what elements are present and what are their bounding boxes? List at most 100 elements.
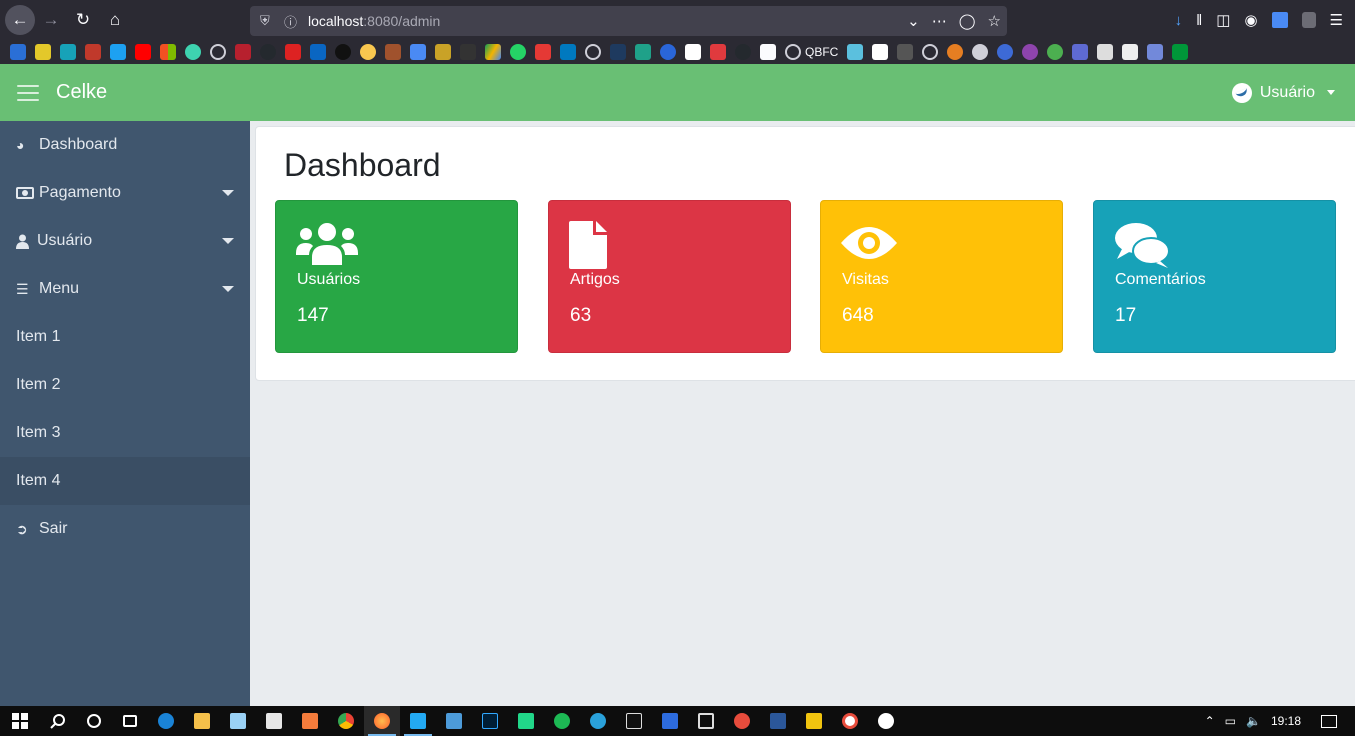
- firefox-icon[interactable]: [364, 706, 400, 736]
- bookmark-icon[interactable]: [235, 44, 251, 60]
- stat-card-comentarios[interactable]: Comentários 17: [1093, 200, 1336, 353]
- chevron-up-icon[interactable]: ⌃: [1205, 714, 1215, 728]
- terminal-icon[interactable]: [616, 706, 652, 736]
- translate-icon[interactable]: [410, 44, 426, 60]
- vscode-icon[interactable]: [400, 706, 436, 736]
- file-explorer-icon[interactable]: [184, 706, 220, 736]
- bookmark-icon[interactable]: [1122, 44, 1139, 60]
- bookmark-icon[interactable]: [710, 44, 726, 60]
- bookmark-icon[interactable]: [947, 44, 964, 60]
- translate-icon[interactable]: [1271, 12, 1288, 28]
- bookmark-icon[interactable]: [110, 44, 126, 60]
- bookmark-icon[interactable]: [1047, 44, 1064, 60]
- hamburger-menu-icon[interactable]: [17, 84, 39, 101]
- download-icon[interactable]: ↓: [1175, 12, 1183, 29]
- bookmark-icon[interactable]: [35, 44, 51, 60]
- git-icon[interactable]: [796, 706, 832, 736]
- youtube-icon[interactable]: [135, 44, 151, 60]
- sidebar-item-1[interactable]: Item 1: [0, 313, 250, 361]
- globe-icon[interactable]: [585, 44, 601, 60]
- trello-icon[interactable]: [560, 44, 576, 60]
- app-icon[interactable]: [292, 706, 328, 736]
- sidebar-item-4[interactable]: Item 4: [0, 457, 250, 505]
- calculator-icon[interactable]: [256, 706, 292, 736]
- bookmark-icon[interactable]: [610, 44, 626, 60]
- bookmark-icon[interactable]: [1172, 44, 1189, 60]
- bookmark-icon[interactable]: [435, 44, 451, 60]
- shield-icon[interactable]: ⛨: [260, 13, 276, 29]
- bookmark-icon[interactable]: [635, 44, 651, 60]
- bookmark-icon[interactable]: [997, 44, 1014, 60]
- word-icon[interactable]: [760, 706, 796, 736]
- sidebar-item-menu[interactable]: ☰ Menu: [0, 265, 250, 313]
- task-view-icon[interactable]: [112, 706, 148, 736]
- globe-icon[interactable]: [922, 44, 939, 60]
- w3-icon[interactable]: [460, 44, 476, 60]
- notification-icon[interactable]: [1321, 714, 1337, 728]
- cortana-icon[interactable]: [76, 706, 112, 736]
- account-icon[interactable]: ◉: [1244, 11, 1257, 29]
- home-button[interactable]: ⌂: [99, 4, 131, 36]
- sidebar-item-sair[interactable]: ➲ Sair: [0, 505, 250, 553]
- search-icon[interactable]: [40, 706, 76, 736]
- windows-start-icon[interactable]: [0, 706, 40, 736]
- forward-button[interactable]: →: [35, 4, 67, 36]
- bookmark-icon[interactable]: [10, 44, 26, 60]
- app-icon[interactable]: [436, 706, 472, 736]
- stat-card-visitas[interactable]: Visitas 648: [820, 200, 1063, 353]
- chevron-down-icon[interactable]: ⌄: [907, 12, 920, 30]
- user-dropdown[interactable]: Usuário: [1231, 64, 1335, 121]
- bookmark-icon[interactable]: [897, 44, 914, 60]
- menu-icon[interactable]: ☰: [1330, 11, 1343, 29]
- bookmark-icon[interactable]: [85, 44, 101, 60]
- github-icon[interactable]: [260, 44, 276, 60]
- app-icon[interactable]: [868, 706, 904, 736]
- photoshop-icon[interactable]: [472, 706, 508, 736]
- linkedin-icon[interactable]: [310, 44, 326, 60]
- bookmark-icon[interactable]: [872, 44, 889, 60]
- bookmark-icon[interactable]: [160, 44, 176, 60]
- edge-icon[interactable]: [148, 706, 184, 736]
- url-bar[interactable]: ⛨ ⓘ localhost:8080/admin ⌄ ⋯ ◯ ☆: [250, 6, 1007, 36]
- chrome-icon[interactable]: [328, 706, 364, 736]
- sidebar-icon[interactable]: ◫: [1216, 11, 1230, 29]
- spotify-icon[interactable]: [544, 706, 580, 736]
- more-icon[interactable]: ⋯: [932, 12, 947, 30]
- sidebar-item-2[interactable]: Item 2: [0, 361, 250, 409]
- app-icon[interactable]: [652, 706, 688, 736]
- drive-icon[interactable]: [485, 44, 501, 60]
- bookmark-icon[interactable]: [360, 44, 376, 60]
- sidebar-item-usuario[interactable]: Usuário: [0, 217, 250, 265]
- brand-name[interactable]: Celke: [56, 81, 107, 104]
- bookmark-icon[interactable]: [335, 44, 351, 60]
- bookmark-icon[interactable]: [847, 44, 864, 60]
- bookmark-icon[interactable]: [385, 44, 401, 60]
- app-icon[interactable]: [832, 706, 868, 736]
- volume-icon[interactable]: 🔈: [1246, 714, 1261, 728]
- network-icon[interactable]: ▭: [1225, 714, 1236, 728]
- bookmark-icon[interactable]: [1097, 44, 1114, 60]
- gmail-icon[interactable]: [760, 44, 776, 60]
- telegram-icon[interactable]: [580, 706, 616, 736]
- bookmark-icon[interactable]: [1022, 44, 1039, 60]
- github-icon[interactable]: [735, 44, 751, 60]
- pocket-icon[interactable]: ◯: [959, 12, 976, 30]
- back-button[interactable]: ←: [5, 5, 35, 35]
- stat-card-usuarios[interactable]: Usuários 147: [275, 200, 518, 353]
- stat-card-artigos[interactable]: Artigos 63: [548, 200, 791, 353]
- sidebar-item-dashboard[interactable]: ◕ Dashboard: [0, 121, 250, 169]
- bookmark-icon[interactable]: [685, 44, 701, 60]
- globe-icon[interactable]: [210, 44, 226, 60]
- bookmark-icon[interactable]: [1072, 44, 1089, 60]
- app-icon[interactable]: [508, 706, 544, 736]
- sidebar-item-pagamento[interactable]: Pagamento: [0, 169, 250, 217]
- url-text[interactable]: localhost:8080/admin: [308, 13, 440, 29]
- bookmark-icon[interactable]: [285, 44, 301, 60]
- bookmark-icon[interactable]: [1147, 44, 1164, 60]
- star-icon[interactable]: ☆: [988, 12, 1001, 30]
- bookmark-icon[interactable]: [660, 44, 676, 60]
- clock[interactable]: 19:18: [1271, 714, 1301, 728]
- bookmark-icon[interactable]: [60, 44, 76, 60]
- sidebar-item-3[interactable]: Item 3: [0, 409, 250, 457]
- notepad-icon[interactable]: [220, 706, 256, 736]
